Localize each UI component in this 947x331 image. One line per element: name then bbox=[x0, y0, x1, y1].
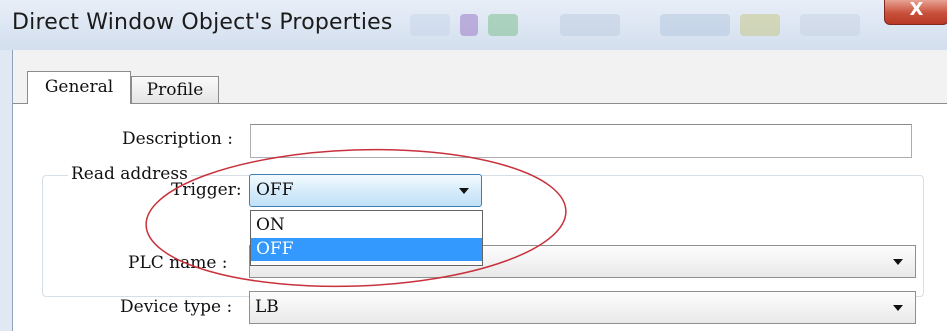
chevron-down-icon bbox=[893, 305, 903, 311]
plc-name-label: PLC name : bbox=[128, 253, 228, 273]
trigger-option-on[interactable]: ON bbox=[251, 214, 482, 237]
trigger-option-off[interactable]: OFF bbox=[251, 238, 482, 261]
window-title: Direct Window Object's Properties bbox=[12, 10, 393, 35]
tab-general[interactable]: General bbox=[27, 71, 131, 104]
device-type-select[interactable]: LB bbox=[249, 291, 916, 324]
titlebar-glass-decoration bbox=[488, 14, 518, 36]
trigger-select[interactable]: OFF bbox=[249, 174, 482, 207]
titlebar-glass-decoration bbox=[800, 14, 860, 36]
description-label: Description : bbox=[122, 129, 233, 149]
tab-divider bbox=[13, 103, 947, 104]
titlebar-glass-decoration bbox=[560, 14, 620, 36]
tab-profile[interactable]: Profile bbox=[131, 76, 219, 104]
chevron-down-icon bbox=[893, 259, 903, 265]
titlebar-glass-decoration bbox=[410, 14, 450, 36]
description-field[interactable] bbox=[250, 124, 912, 158]
titlebar-glass-decoration bbox=[660, 14, 730, 36]
title-bar: Direct Window Object's Properties X bbox=[0, 0, 947, 50]
chevron-down-icon bbox=[459, 188, 469, 194]
trigger-dropdown-list: ON OFF bbox=[250, 210, 483, 266]
close-icon: X bbox=[909, 0, 924, 20]
titlebar-glass-decoration bbox=[460, 14, 478, 36]
trigger-label: Trigger: bbox=[171, 180, 242, 200]
close-button[interactable]: X bbox=[884, 0, 947, 25]
trigger-value: OFF bbox=[256, 180, 294, 200]
device-type-label: Device type : bbox=[120, 297, 233, 317]
titlebar-glass-decoration bbox=[740, 14, 780, 36]
device-type-value: LB bbox=[255, 297, 279, 317]
